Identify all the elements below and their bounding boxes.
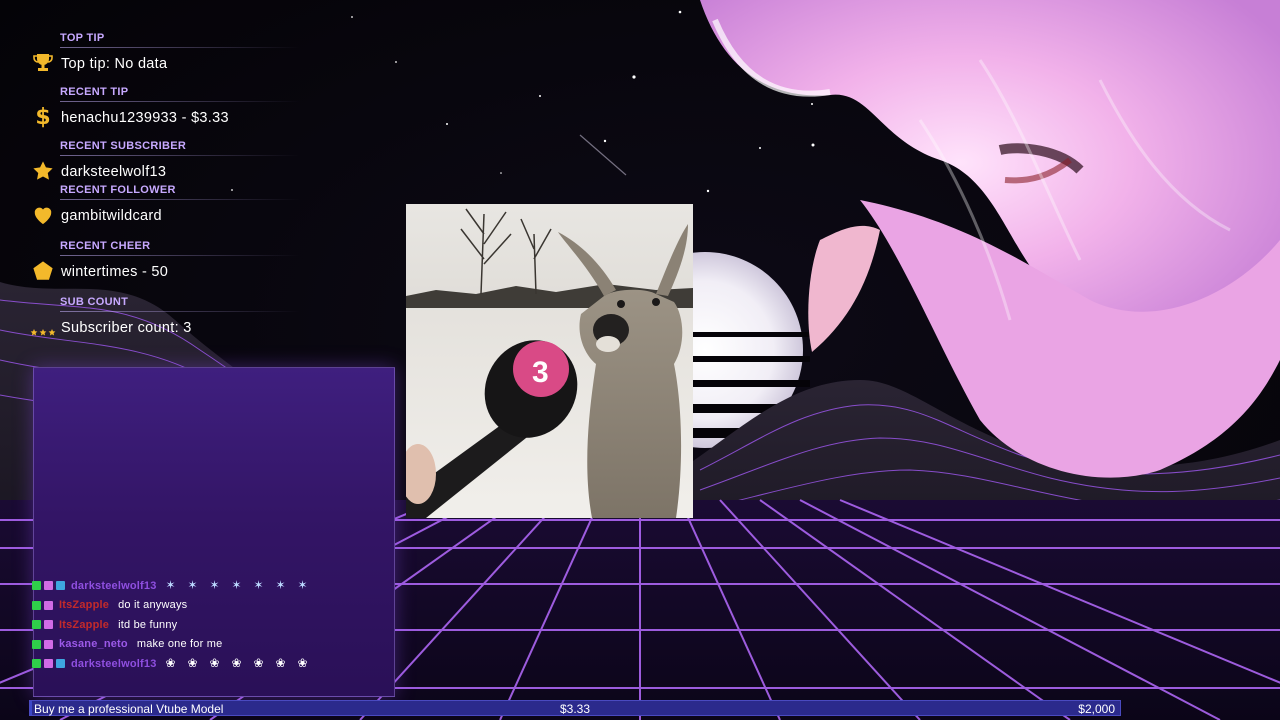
alert-heading: SUB COUNT: [60, 296, 129, 308]
svg-text:3: 3: [532, 356, 549, 389]
stream-alerts-panel: TOP TIP Top tip: No data RECENT TIP $ he…: [30, 28, 310, 346]
dance-emote-icon: ✶: [253, 578, 264, 593]
alert-heading: RECENT CHEER: [60, 240, 151, 252]
alert-heading: TOP TIP: [60, 32, 105, 44]
donation-goal-bar: Buy me a professional Vtube Model $3.33 …: [29, 700, 1121, 716]
chat-username[interactable]: ItsZapple: [59, 619, 109, 631]
pink-badge-icon: [44, 581, 53, 591]
green-badge-icon: [32, 600, 41, 610]
chat-message: ItsZapple itd be funny: [32, 615, 392, 635]
alert-heading: RECENT TIP: [60, 86, 129, 98]
heart-icon: [30, 204, 56, 226]
chat-message: ItsZapple do it anyways: [32, 596, 392, 616]
recent-tip-alert: RECENT TIP $ henachu1239933 - $3.33: [30, 82, 310, 136]
pink-badge-icon: [44, 639, 53, 649]
chat-message-text: make one for me: [136, 638, 223, 651]
green-badge-icon: [32, 620, 41, 630]
pink-badge-icon: [44, 600, 53, 610]
recent-subscriber-alert: RECENT SUBSCRIBER darksteelwolf13: [30, 136, 310, 180]
star-icon: [30, 160, 56, 182]
blue-badge-icon: [56, 581, 65, 591]
sub-count-alert: SUB COUNT Subscriber count: 3: [30, 292, 310, 346]
chat-username[interactable]: darksteelwolf13: [71, 580, 157, 592]
dance-emote-icon: ✶: [209, 578, 220, 593]
trophy-icon: [30, 52, 56, 74]
dance-emote-icon: ✶: [275, 578, 286, 593]
divider: [60, 101, 300, 102]
chat-username[interactable]: kasane_neto: [59, 638, 128, 650]
deer-interview-image: 3: [406, 204, 693, 518]
pentagon-gem-icon: [30, 260, 56, 282]
cat-emote-icon: ❀: [253, 656, 264, 671]
green-badge-icon: [32, 659, 41, 669]
top-tip-alert: TOP TIP Top tip: No data: [30, 28, 310, 82]
divider: [60, 311, 300, 312]
alert-value: darksteelwolf13: [61, 164, 167, 180]
recent-follower-alert: RECENT FOLLOWER gambitwildcard: [30, 180, 310, 236]
three-stars-icon: [30, 322, 56, 344]
alert-heading: RECENT FOLLOWER: [60, 184, 176, 196]
cat-emote-icon: ❀: [231, 656, 242, 671]
chat-message: darksteelwolf13 ❀ ❀ ❀ ❀ ❀ ❀ ❀: [32, 654, 392, 674]
chat-message: kasane_neto make one for me: [32, 635, 392, 655]
divider: [60, 47, 300, 48]
goal-target-amount: $2,000: [1078, 702, 1115, 716]
recent-cheer-alert: RECENT CHEER wintertimes - 50: [30, 236, 310, 292]
divider: [60, 199, 300, 200]
dance-emote-icon: ✶: [187, 578, 198, 593]
chat-username[interactable]: darksteelwolf13: [71, 658, 157, 670]
dance-emote-icon: ✶: [231, 578, 242, 593]
pink-badge-icon: [44, 659, 53, 669]
chat-username[interactable]: ItsZapple: [59, 599, 109, 611]
dance-emote-icon: ✶: [297, 578, 308, 593]
cat-emote-icon: ❀: [275, 656, 286, 671]
alert-value: henachu1239933 - $3.33: [61, 110, 229, 126]
chat-message-list: darksteelwolf13 ✶ ✶ ✶ ✶ ✶ ✶ ✶ ItsZapple do it any…: [32, 576, 392, 674]
goal-title: Buy me a professional Vtube Model: [34, 702, 224, 716]
dance-emote-icon: ✶: [165, 578, 176, 593]
blue-badge-icon: [56, 659, 65, 669]
chat-message: darksteelwolf13 ✶ ✶ ✶ ✶ ✶ ✶ ✶: [32, 576, 392, 596]
alert-value: wintertimes - 50: [61, 264, 169, 280]
divider: [60, 155, 300, 156]
divider: [60, 255, 300, 256]
chat-message-text: itd be funny: [118, 618, 178, 631]
cat-emote-icon: ❀: [165, 656, 176, 671]
alert-heading: RECENT SUBSCRIBER: [60, 140, 187, 152]
alert-value: Subscriber count: 3: [61, 320, 192, 336]
cat-emote-icon: ❀: [187, 656, 198, 671]
green-badge-icon: [32, 581, 41, 591]
chat-message-text: do it anyways: [118, 599, 188, 612]
alert-value: Top tip: No data: [61, 56, 168, 72]
pink-badge-icon: [44, 620, 53, 630]
cat-emote-icon: ❀: [209, 656, 220, 671]
goal-progress-fill: [30, 701, 32, 715]
green-badge-icon: [32, 639, 41, 649]
goal-current-amount: $3.33: [560, 702, 591, 716]
cat-emote-icon: ❀: [297, 656, 308, 671]
dollar-icon: $: [35, 104, 51, 130]
alert-value: gambitwildcard: [61, 208, 162, 224]
